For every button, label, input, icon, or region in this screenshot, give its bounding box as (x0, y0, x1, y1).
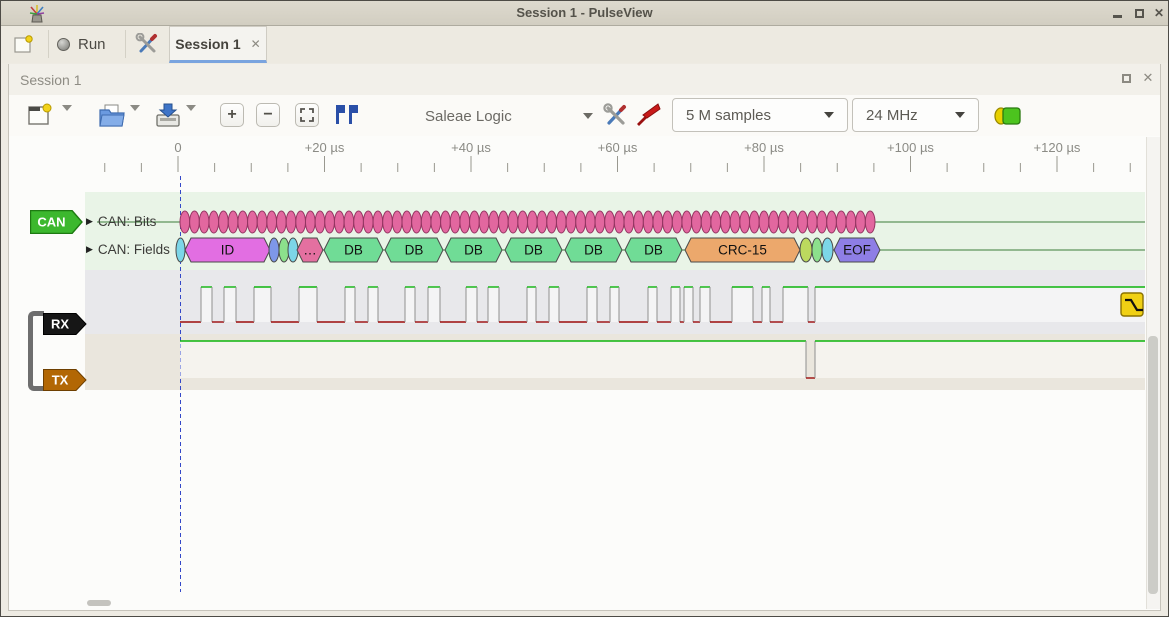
device-config-button[interactable] (600, 101, 630, 129)
save-button[interactable] (152, 100, 184, 130)
zoom-out-button[interactable]: − (256, 103, 280, 127)
probe-icon (635, 102, 661, 128)
channel-tab-tx[interactable]: TX (43, 369, 87, 391)
maximize-button[interactable] (1131, 5, 1147, 21)
open-folder-icon (98, 102, 126, 128)
sample-count-select[interactable]: 5 M samples (672, 98, 848, 132)
open-dropdown[interactable] (130, 111, 140, 126)
new-session-button[interactable] (11, 32, 35, 56)
vertical-scrollbar-handle[interactable] (1148, 336, 1158, 594)
chevron-down-icon (62, 105, 72, 126)
channel-tab-label: TX (52, 373, 69, 388)
open-file-button[interactable] (96, 100, 128, 130)
dock-close-button[interactable]: ✕ (1140, 70, 1156, 86)
zoom-in-button[interactable]: + (220, 103, 244, 127)
row-label: CAN: Bits (98, 214, 157, 229)
sample-rate-select[interactable]: 24 MHz (852, 98, 979, 132)
dock-header[interactable]: Session 1 ✕ (9, 64, 1160, 95)
chevron-down-icon (824, 112, 834, 118)
dock-float-button[interactable] (1118, 70, 1134, 86)
decoder-row-can-fields[interactable]: ▶ CAN: Fields (86, 242, 170, 257)
sample-rate-value: 24 MHz (866, 107, 918, 124)
toolbar-separator (125, 30, 126, 58)
run-button[interactable]: Run (57, 31, 106, 57)
save-icon (154, 102, 182, 128)
close-icon: ✕ (1143, 70, 1154, 86)
minimize-icon (1113, 15, 1122, 18)
new-view-dropdown[interactable] (62, 111, 72, 126)
dock-title: Session 1 (20, 72, 81, 88)
tab-session-1[interactable]: Session 1 ✕ (169, 26, 267, 63)
titlebar[interactable]: Session 1 - PulseView ✕ (1, 0, 1168, 26)
device-name: Saleae Logic (425, 108, 512, 125)
window-title: Session 1 - PulseView (1, 5, 1168, 20)
chevron-down-icon (186, 105, 196, 126)
close-icon: ✕ (1154, 6, 1164, 20)
channel-group-bracket[interactable] (28, 311, 44, 391)
horizontal-scrollbar-handle[interactable] (87, 600, 111, 606)
minimize-button[interactable] (1109, 5, 1125, 21)
show-cursors-button[interactable] (332, 102, 362, 128)
run-led-icon (57, 38, 70, 51)
run-label: Run (78, 36, 106, 53)
new-view-icon (26, 102, 52, 128)
add-decoder-button[interactable] (992, 104, 1024, 128)
tab-label: Session 1 (175, 36, 240, 52)
decoder-row-can-bits[interactable]: ▶ CAN: Bits (86, 214, 156, 229)
row-label: CAN: Fields (98, 242, 170, 257)
chevron-down-icon (955, 112, 965, 118)
zoom-fit-button[interactable] (295, 103, 319, 127)
rx-row-background (85, 270, 1145, 334)
plus-icon: + (227, 107, 236, 123)
minus-icon: − (263, 107, 272, 123)
decoder-tab-can[interactable]: CAN (30, 210, 83, 234)
tab-close-icon[interactable]: ✕ (251, 37, 261, 51)
chevron-down-icon (130, 105, 140, 126)
maximize-icon (1135, 9, 1144, 18)
device-select[interactable]: Saleae Logic (425, 100, 593, 132)
decoder-row-background (85, 192, 1145, 270)
chevron-down-icon (583, 113, 593, 119)
cursor-flags-icon (333, 103, 361, 127)
channel-config-button[interactable] (634, 101, 662, 129)
expand-arrow-icon[interactable]: ▶ (86, 216, 93, 227)
settings-button[interactable] (133, 31, 161, 57)
wrench-screwdriver-icon (135, 33, 159, 55)
toolbar-separator (48, 30, 49, 58)
wrench-screwdriver-icon (602, 103, 628, 127)
tx-row-background (85, 334, 1145, 390)
new-session-icon (13, 34, 33, 54)
close-icon-button[interactable]: ✕ (1151, 5, 1167, 21)
float-icon (1122, 74, 1131, 83)
channel-tab-label: RX (51, 317, 69, 332)
zoom-fit-icon (300, 108, 314, 122)
new-view-button[interactable] (24, 101, 54, 129)
channel-tab-rx[interactable]: RX (43, 313, 87, 335)
sample-count-value: 5 M samples (686, 107, 771, 124)
decoder-tab-label: CAN (37, 215, 65, 230)
main-toolbar: Run Session 1 ✕ (1, 26, 1168, 63)
expand-arrow-icon[interactable]: ▶ (86, 244, 93, 255)
save-dropdown[interactable] (186, 111, 196, 126)
decoder-icon (993, 106, 1023, 126)
